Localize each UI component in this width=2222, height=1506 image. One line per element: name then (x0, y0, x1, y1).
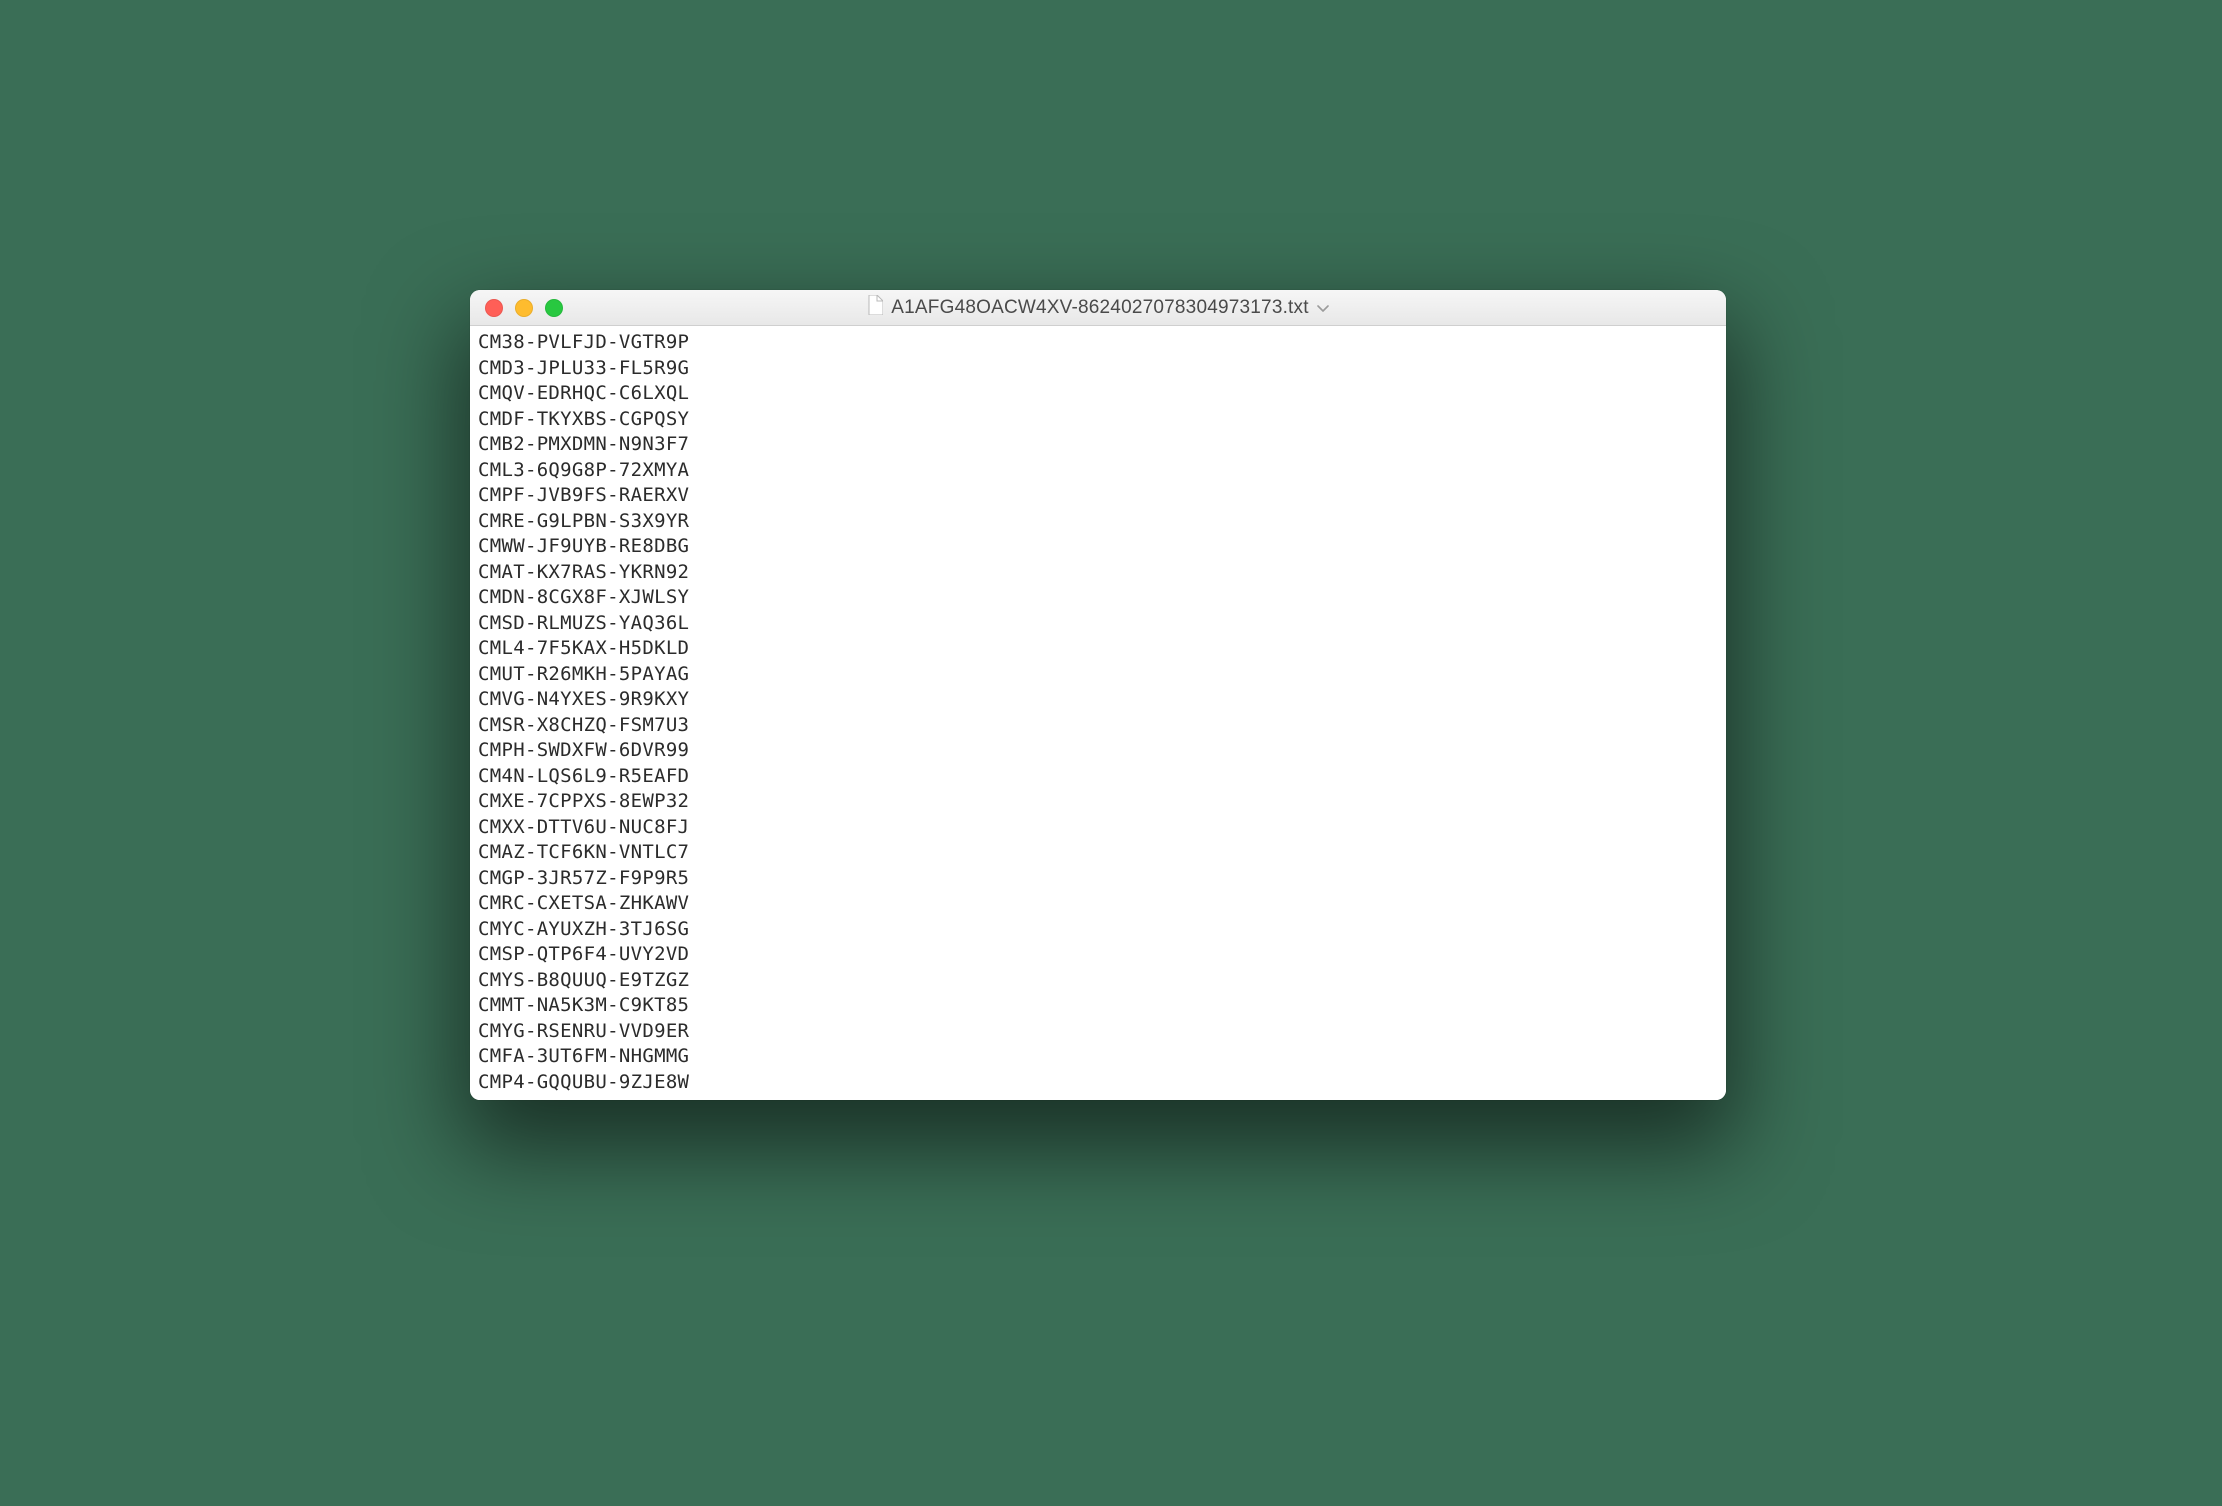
close-button[interactable] (485, 299, 503, 317)
text-line: CMB2-PMXDMN-N9N3F7 (478, 432, 1718, 458)
text-line: CMPF-JVB9FS-RAERXV (478, 483, 1718, 509)
text-line: CMXX-DTTV6U-NUC8FJ (478, 815, 1718, 841)
text-line: CMVG-N4YXES-9R9KXY (478, 687, 1718, 713)
text-line: CMAZ-TCF6KN-VNTLC7 (478, 840, 1718, 866)
text-line: CMXE-7CPPXS-8EWP32 (478, 789, 1718, 815)
window-controls (470, 299, 563, 317)
text-line: CMYS-B8QUUQ-E9TZGZ (478, 968, 1718, 994)
text-editor-window: A1AFG48OACW4XV-8624027078304973173.txt C… (470, 290, 1726, 1100)
text-line: CMUT-R26MKH-5PAYAG (478, 662, 1718, 688)
text-line: CMMT-NA5K3M-C9KT85 (478, 993, 1718, 1019)
text-line: CML3-6Q9G8P-72XMYA (478, 458, 1718, 484)
text-line: CMRE-G9LPBN-S3X9YR (478, 509, 1718, 535)
text-line: CMSD-RLMUZS-YAQ36L (478, 611, 1718, 637)
text-line: CMGP-3JR57Z-F9P9R5 (478, 866, 1718, 892)
title-wrap: A1AFG48OACW4XV-8624027078304973173.txt (470, 295, 1726, 320)
text-line: CMYC-AYUXZH-3TJ6SG (478, 917, 1718, 943)
text-line: CMFA-3UT6FM-NHGMMG (478, 1044, 1718, 1070)
text-line: CMPH-SWDXFW-6DVR99 (478, 738, 1718, 764)
text-line: CML4-7F5KAX-H5DKLD (478, 636, 1718, 662)
text-line: CMP4-GQQUBU-9ZJE8W (478, 1070, 1718, 1096)
text-line: CMSR-X8CHZQ-FSM7U3 (478, 713, 1718, 739)
text-line: CM38-PVLFJD-VGTR9P (478, 330, 1718, 356)
text-content-area[interactable]: CM38-PVLFJD-VGTR9PCMD3-JPLU33-FL5R9GCMQV… (470, 326, 1726, 1100)
text-line: CMYG-RSENRU-VVD9ER (478, 1019, 1718, 1045)
text-line: CMSP-QTP6F4-UVY2VD (478, 942, 1718, 968)
window-title: A1AFG48OACW4XV-8624027078304973173.txt (891, 297, 1308, 319)
text-line: CMWW-JF9UYB-RE8DBG (478, 534, 1718, 560)
text-line: CMDN-8CGX8F-XJWLSY (478, 585, 1718, 611)
text-line: CMAT-KX7RAS-YKRN92 (478, 560, 1718, 586)
window-titlebar[interactable]: A1AFG48OACW4XV-8624027078304973173.txt (470, 290, 1726, 326)
text-lines: CM38-PVLFJD-VGTR9PCMD3-JPLU33-FL5R9GCMQV… (470, 326, 1726, 1100)
minimize-button[interactable] (515, 299, 533, 317)
text-line: CMD3-JPLU33-FL5R9G (478, 356, 1718, 382)
text-line: CM4N-LQS6L9-R5EAFD (478, 764, 1718, 790)
text-line: CMQV-EDRHQC-C6LXQL (478, 381, 1718, 407)
text-line: CMRC-CXETSA-ZHKAWV (478, 891, 1718, 917)
chevron-down-icon[interactable] (1317, 300, 1329, 316)
zoom-button[interactable] (545, 299, 563, 317)
document-icon (867, 295, 883, 320)
text-line: CMDF-TKYXBS-CGPQSY (478, 407, 1718, 433)
